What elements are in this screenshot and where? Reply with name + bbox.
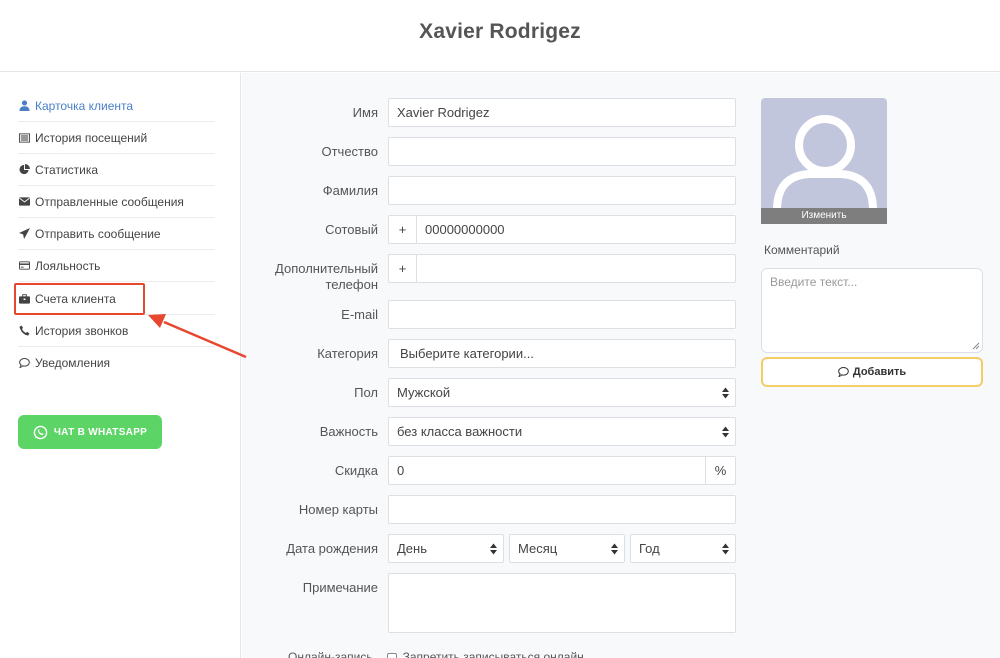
first-name-label: Имя [352,105,378,120]
forbid-online-label: Запретить записываться онлайн [402,650,584,658]
sidebar-item-send-message[interactable]: Отправить сообщение [18,218,215,250]
paper-plane-icon [18,228,30,240]
mobile-prefix: + [389,216,417,243]
extra-phone-prefix: + [389,255,417,282]
first-name-value: Xavier Rodrigez [397,105,490,120]
first-name-input[interactable]: Xavier Rodrigez [388,98,736,127]
comment-textarea[interactable]: Введите текст... [761,268,983,353]
last-name-input[interactable] [388,176,736,205]
mobile-value: 00000000000 [425,222,505,237]
select-arrows-icon [722,426,729,438]
sidebar-item-call-history[interactable]: История звонков [18,315,215,347]
sidebar-item-visit-history[interactable]: История посещений [18,122,215,154]
user-icon [18,100,30,112]
gender-label: Пол [354,385,378,400]
mobile-label: Сотовый [325,222,378,237]
online-booking-row: Онлайн-запись Запретить записываться онла… [288,650,584,658]
patronymic-label: Отчество [321,144,378,159]
comment-icon [838,367,849,377]
phone-icon [18,325,30,337]
category-label: Категория [317,346,378,361]
gender-select[interactable]: Мужской [388,378,736,407]
sidebar-item-loyalty[interactable]: Лояльность [18,250,215,282]
email-input[interactable] [388,300,736,329]
sidebar-item-label: Лояльность [35,258,101,273]
birthday-year-value: Год [639,541,660,556]
sidebar-item-notifications[interactable]: Уведомления [18,347,215,379]
whatsapp-button-label: ЧАТ В WHATSAPP [53,426,148,438]
resize-handle-icon[interactable] [972,342,980,350]
category-select[interactable]: Выберите категории... [388,339,736,368]
credit-card-icon [18,260,30,272]
birthday-year-select[interactable]: Год [630,534,736,563]
birthday-day-select[interactable]: День [388,534,504,563]
card-number-input[interactable] [388,495,736,524]
mobile-input[interactable]: + 00000000000 [388,215,736,244]
birthday-month-value: Месяц [518,541,558,556]
extra-phone-label: Дополнительный телефон [275,261,378,293]
user-silhouette-icon [773,115,877,211]
online-booking-label: Онлайн-запись [288,650,373,658]
patronymic-input[interactable] [388,137,736,166]
forbid-online-checkbox[interactable] [386,652,397,658]
select-arrows-icon [722,387,729,399]
sidebar-item-sent-messages[interactable]: Отправленные сообщения [18,186,215,218]
birthday-month-select[interactable]: Месяц [509,534,625,563]
select-arrows-icon [611,543,618,555]
importance-label: Важность [319,424,378,439]
birthday-label: Дата рождения [286,541,378,556]
comment-label: Комментарий [764,243,840,257]
change-photo-button[interactable]: Изменить [761,208,887,224]
sidebar-item-label: Уведомления [35,356,111,370]
discount-input[interactable]: 0 % [388,456,736,485]
sidebar-item-label: Статистика [35,162,99,177]
client-name-title: Xavier Rodrigez [419,20,581,43]
last-name-label: Фамилия [322,183,378,198]
client-photo: Изменить [761,98,887,224]
note-textarea[interactable] [388,573,736,633]
percent-suffix: % [705,457,735,484]
add-comment-button[interactable]: Добавить [761,357,983,387]
pie-chart-icon [18,164,30,176]
extra-phone-label-line1: Дополнительный [275,261,378,276]
whatsapp-chat-button[interactable]: ЧАТ В WHATSAPP [18,415,162,449]
sidebar-item-client-card[interactable]: Карточка клиента [18,90,215,122]
sidebar: Карточка клиента История посещений Стати… [0,73,241,658]
sidebar-item-label: Отправить сообщение [35,226,161,241]
gender-value: Мужской [397,385,451,400]
comment-placeholder: Введите текст... [770,275,858,289]
client-card-form: Имя Xavier Rodrigez Отчество Фамилия Сот… [242,73,1000,658]
importance-select[interactable]: без класса важности [388,417,736,446]
comment-icon [18,357,30,369]
discount-label: Скидка [334,463,378,478]
note-label: Примечание [302,580,378,595]
add-comment-label: Добавить [852,366,907,378]
category-placeholder: Выберите категории... [400,346,534,361]
whatsapp-icon [33,425,48,440]
card-number-label: Номер карты [298,502,378,517]
discount-value: 0 [397,463,405,478]
highlight-annotation-box [14,283,145,315]
sidebar-item-label: Карточка клиента [35,98,134,113]
importance-value: без класса важности [397,424,523,439]
list-icon [18,132,30,144]
extra-phone-label-line2: телефон [325,277,378,292]
sidebar-item-label: Отправленные сообщения [35,194,184,209]
envelope-icon [18,196,30,208]
page-header: Xavier Rodrigez [0,0,1000,72]
sidebar-item-label: История звонков [35,323,129,338]
extra-phone-input[interactable]: + [388,254,736,283]
email-label: E-mail [341,307,378,322]
birthday-day-value: День [397,541,427,556]
select-arrows-icon [722,543,729,555]
sidebar-item-label: История посещений [35,130,148,145]
sidebar-item-statistics[interactable]: Статистика [18,154,215,186]
select-arrows-icon [490,543,497,555]
